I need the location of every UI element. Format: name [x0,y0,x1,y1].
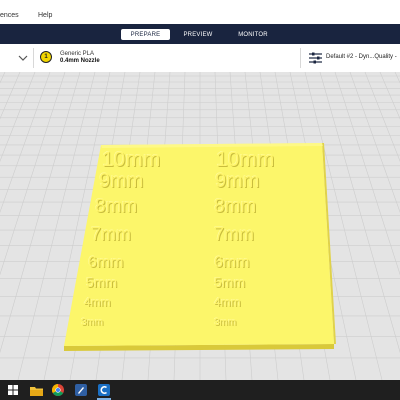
extruder-badge: 1 [40,51,52,63]
label-left-8mm: 8mm [95,196,138,217]
chrome-icon[interactable] [51,383,65,397]
sliders-icon [309,52,322,64]
cura-app-icon[interactable] [74,383,88,397]
label-left-3mm: 3mm [81,317,104,328]
file-explorer-icon[interactable] [29,383,43,397]
label-left-9mm: 9mm [99,170,144,192]
label-left-4mm: 4mm [84,295,111,309]
profile-label: Default #2 - Dyn...Quality - [326,54,397,60]
tab-preview[interactable]: PREVIEW [173,29,223,40]
material-name: Generic PLA [60,51,95,57]
label-left-6mm: 6mm [88,254,124,271]
menu-bar: ences Help [0,0,400,25]
windows-taskbar [0,380,400,400]
nozzle-name: 0.4mm Nozzle [60,58,100,64]
toolbar-divider [33,48,34,68]
label-left-10mm: 10mm [102,148,161,171]
chevron-down-icon[interactable] [18,54,28,62]
label-left-5mm: 5mm [86,274,118,290]
3d-viewport[interactable]: 10mm 9mm 8mm 7mm 6mm 5mm 4mm 3mm 10mm 9m… [0,72,400,380]
menu-help[interactable]: Help [38,12,52,19]
menu-preferences[interactable]: ences [0,12,19,19]
toolbar-divider-right [300,48,301,68]
label-right-7mm: 7mm [214,224,254,244]
label-right-10mm: 10mm [216,148,275,171]
stage-bar: PREPARE PREVIEW MONITOR [0,24,400,44]
tab-monitor[interactable]: MONITOR [228,29,278,40]
tab-prepare[interactable]: PREPARE [121,29,170,40]
label-right-3mm: 3mm [214,317,237,328]
cura-active-icon[interactable] [97,383,111,400]
label-left-7mm: 7mm [91,224,131,244]
build-plate-grid [0,72,400,380]
label-right-6mm: 6mm [214,254,250,271]
label-right-9mm: 9mm [215,170,260,192]
label-right-5mm: 5mm [214,274,246,290]
label-right-4mm: 4mm [214,295,241,309]
label-right-8mm: 8mm [214,196,257,217]
toolbar: 1 Generic PLA 0.4mm Nozzle Default #2 - … [0,44,400,73]
windows-start-icon[interactable] [6,383,20,397]
